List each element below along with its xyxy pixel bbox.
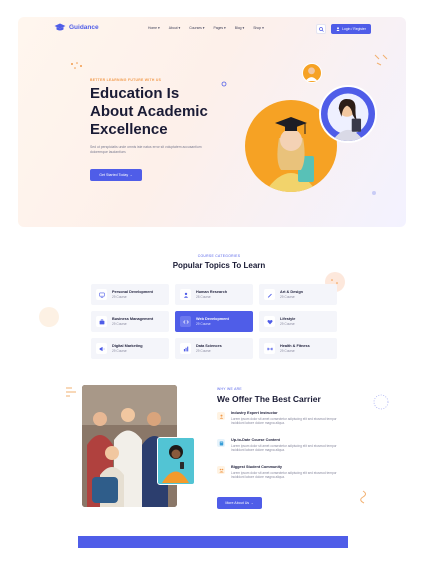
ring-decoration-icon	[221, 81, 227, 87]
topic-count: 29 Course	[280, 349, 295, 354]
brand-name: Guidance	[69, 24, 99, 31]
people-icon	[180, 289, 191, 300]
hero-section: Guidance Home ▾ About ▾ Courses ▾ Pages …	[18, 17, 406, 227]
sparkle-decoration-icon	[374, 54, 388, 66]
topic-name: Art & Design	[280, 289, 303, 294]
student-with-phone-photo	[157, 437, 195, 485]
feature-item-instructor: Industry Expert Instructor Lorem ipsum d…	[217, 411, 347, 425]
topic-count: 29 Course	[112, 295, 127, 300]
community-icon	[217, 466, 225, 474]
squiggle-decoration-icon	[360, 490, 366, 504]
hero-description: Sed ut perspiciatis unde omnis iste natu…	[90, 145, 202, 154]
confetti-decoration-icon	[71, 62, 82, 69]
briefcase-icon	[96, 316, 107, 327]
lines-decoration-icon	[66, 387, 76, 397]
main-menu: Home ▾ About ▾ Courses ▾ Pages ▾ Blog ▾ …	[148, 26, 264, 30]
search-icon	[318, 26, 324, 32]
code-icon	[180, 316, 191, 327]
top-navbar: Guidance Home ▾ About ▾ Courses ▾ Pages …	[18, 17, 406, 41]
feature-item-community: Biggest Student Community Lorem ipsum do…	[217, 465, 347, 479]
chart-icon	[180, 343, 191, 354]
heart-icon	[264, 316, 275, 327]
login-register-button[interactable]: Login / Register	[331, 24, 371, 34]
feature-title: Industry Expert Instructor	[231, 411, 278, 415]
hero-title: Education Is About Academic Excellence	[90, 85, 208, 138]
bottom-banner-strip	[78, 536, 348, 548]
feature-description: Lorem ipsum dolor sit amet consectetur a…	[231, 416, 337, 425]
topic-card-digital-marketing[interactable]: Digital Marketing 29 Course	[91, 338, 169, 359]
feature-title: Biggest Student Community	[231, 465, 283, 469]
graduation-cap-icon	[54, 23, 66, 31]
topic-grid: Personal Development 29 Course Human Res…	[91, 284, 337, 359]
instructor-icon	[217, 412, 225, 420]
topic-count: 29 Course	[112, 349, 127, 354]
dumbbell-icon	[264, 343, 275, 354]
topic-count: 29 Course	[196, 322, 211, 327]
topic-name: Personal Development	[112, 289, 153, 294]
hero-subtitle: BETTER LEARNING FUTURE WITH US	[90, 78, 162, 82]
topic-name: Lifestyle	[280, 316, 296, 321]
login-label: Login / Register	[342, 27, 366, 31]
more-about-us-button[interactable]: More About Us →	[217, 497, 262, 509]
why-title: We Offer The Best Carrier	[217, 394, 321, 404]
feature-description: Lorem ipsum dolor sit amet consectetur a…	[231, 443, 337, 452]
menu-item-about[interactable]: About ▾	[169, 26, 181, 30]
topic-name: Human Research	[196, 289, 228, 294]
why-subtitle: WHY WE ARE	[217, 387, 242, 391]
menu-item-home[interactable]: Home ▾	[148, 26, 160, 30]
topic-card-business-management[interactable]: Business Management 29 Course	[91, 311, 169, 332]
topic-name: Health & Fitness	[280, 343, 310, 348]
topic-name: Business Management	[112, 316, 154, 321]
user-icon	[336, 27, 340, 31]
topics-subtitle: COURSE CATEGORIES	[197, 254, 241, 258]
student-avatar-icon	[305, 67, 318, 81]
topics-title: Popular Topics To Learn	[172, 261, 266, 270]
blob-decoration-icon	[39, 307, 59, 327]
topic-card-personal-development[interactable]: Personal Development 29 Course	[91, 284, 169, 305]
get-started-button[interactable]: Get Started Today →	[90, 169, 142, 181]
topic-card-lifestyle[interactable]: Lifestyle 29 Course	[259, 311, 337, 332]
menu-item-blog[interactable]: Blog ▾	[235, 26, 244, 30]
topic-card-data-sciences[interactable]: Data Sciences 29 Course	[175, 338, 253, 359]
student-with-tablet-photo	[319, 85, 377, 143]
topic-name: Web Development	[196, 316, 229, 321]
feature-item-content: Up-to-Date Course Content Lorem ipsum do…	[217, 438, 347, 452]
search-button[interactable]	[316, 24, 326, 34]
book-icon	[217, 439, 225, 447]
topic-count: 29 Course	[280, 322, 295, 327]
topic-count: 28 Course	[196, 295, 211, 300]
megaphone-icon	[96, 343, 107, 354]
dotted-circle-decoration-icon	[373, 394, 389, 410]
logo[interactable]: Guidance	[54, 23, 99, 32]
menu-item-courses[interactable]: Courses ▾	[189, 26, 204, 30]
monitor-icon	[96, 289, 107, 300]
topic-card-human-research[interactable]: Human Research 28 Course	[175, 284, 253, 305]
topic-name: Data Sciences	[196, 343, 222, 348]
feature-description: Lorem ipsum dolor sit amet consectetur a…	[231, 470, 337, 479]
student-phone-illustration-icon	[158, 438, 193, 483]
feature-title: Up-to-Date Course Content	[231, 438, 280, 442]
pen-icon	[264, 289, 275, 300]
dot-decoration-icon	[372, 191, 376, 195]
student-illustration-icon	[327, 93, 369, 141]
topic-count: 29 Course	[112, 322, 127, 327]
topic-count: 29 Course	[196, 349, 211, 354]
topic-count: 29 Course	[280, 295, 295, 300]
menu-item-pages[interactable]: Pages ▾	[214, 26, 226, 30]
menu-item-shop[interactable]: Shop ▾	[253, 26, 264, 30]
topic-card-art-design[interactable]: Art & Design 29 Course	[259, 284, 337, 305]
topic-card-web-development[interactable]: Web Development 29 Course	[175, 311, 253, 332]
student-small-photo	[302, 63, 322, 83]
topic-card-health-fitness[interactable]: Health & Fitness 29 Course	[259, 338, 337, 359]
topic-name: Digital Marketing	[112, 343, 143, 348]
